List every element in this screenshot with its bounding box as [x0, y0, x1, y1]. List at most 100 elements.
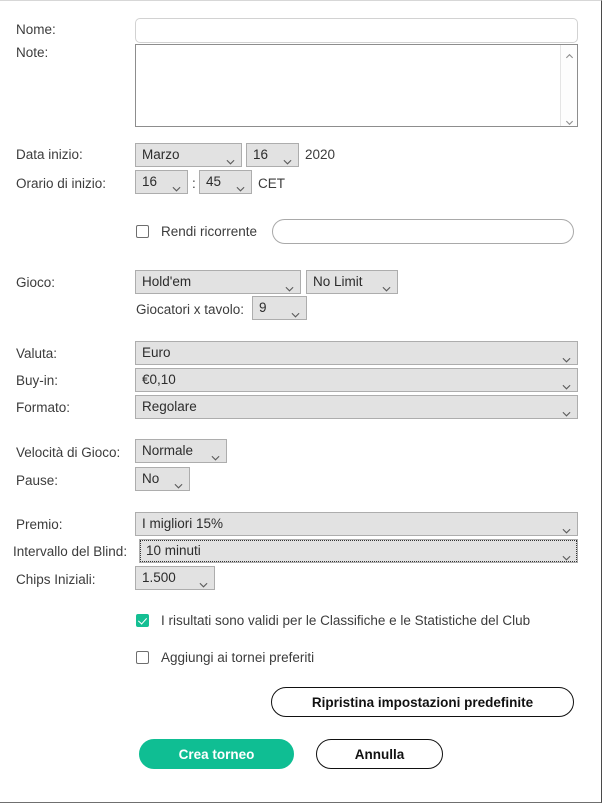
buy-in-value: €0,10: [142, 373, 176, 387]
label-data-inizio: Data inizio:: [16, 147, 83, 162]
chevron-down-icon: [283, 152, 292, 165]
gioco-variant-value: Hold'em: [142, 275, 192, 289]
hour-select-value: 16: [142, 175, 158, 189]
day-select[interactable]: 16: [246, 143, 299, 167]
intervallo-del-blind-value: 10 minuti: [146, 544, 201, 558]
field-row-valuta: Valuta:: [16, 347, 57, 361]
chevron-down-icon: [172, 179, 181, 192]
giocatori-x-tavolo-value: 9: [259, 301, 267, 315]
ripristina-button-label: Ripristina impostazioni predefinite: [311, 694, 534, 710]
field-row-note: Note:: [16, 46, 48, 60]
aggiungi-preferiti-row: Aggiungi ai tornei preferiti: [136, 651, 314, 665]
field-row-pause: Pause:: [16, 474, 58, 488]
year-value: 2020: [305, 147, 336, 162]
chevron-down-icon: [236, 179, 245, 192]
chevron-down-icon: [211, 448, 220, 461]
gioco-variant-select[interactable]: Hold'em: [135, 270, 301, 294]
risultati-validi-label: I risultati sono validi per le Classific…: [161, 613, 531, 628]
chevron-down-icon: [226, 152, 235, 165]
field-row-premio: Premio:: [16, 518, 63, 532]
chevron-down-icon: [291, 305, 300, 318]
scroll-down-icon[interactable]: [565, 114, 574, 126]
risultati-validi-row: I risultati sono validi per le Classific…: [136, 614, 530, 628]
annulla-button-label: Annulla: [354, 746, 405, 762]
tournament-form: Nome: Note: Data inizio: Marzo 16 2020 O…: [0, 1, 598, 795]
minute-select-value: 45: [206, 175, 222, 189]
chevron-down-icon: [562, 350, 571, 363]
crea-torneo-button-label: Crea torneo: [178, 746, 255, 762]
pause-value: No: [142, 472, 160, 486]
gioco-limit-value: No Limit: [313, 275, 363, 289]
label-giocatori-x-tavolo: Giocatori x tavolo:: [136, 302, 245, 317]
label-chips-iniziali: Chips Iniziali:: [16, 572, 96, 587]
hour-select[interactable]: 16: [135, 170, 188, 194]
timezone-value: CET: [258, 176, 285, 191]
label-gioco: Gioco:: [16, 275, 56, 290]
note-textarea-wrapper: [135, 44, 578, 127]
label-note: Note:: [16, 45, 49, 60]
label-pause: Pause:: [16, 473, 59, 488]
month-select[interactable]: Marzo: [135, 143, 242, 167]
label-intervallo-del-blind: Intervallo del Blind:: [13, 544, 128, 559]
ripristina-impostazioni-button[interactable]: Ripristina impostazioni predefinite: [271, 687, 574, 717]
giocatori-x-tavolo-select[interactable]: 9: [252, 296, 307, 320]
label-valuta: Valuta:: [16, 346, 58, 361]
note-textarea[interactable]: [136, 45, 577, 126]
intervallo-del-blind-select[interactable]: 10 minuti: [139, 539, 578, 563]
annulla-button[interactable]: Annulla: [316, 739, 443, 769]
minute-select[interactable]: 45: [199, 170, 252, 194]
buy-in-select[interactable]: €0,10: [135, 368, 578, 392]
valuta-value: Euro: [142, 346, 171, 360]
formato-select[interactable]: Regolare: [135, 395, 578, 419]
label-velocita-di-gioco: Velocità di Gioco:: [16, 445, 121, 460]
field-row-orario-inizio: Orario di inizio:: [16, 177, 106, 191]
year-display: 2020: [305, 148, 335, 162]
field-row-velocita: Velocità di Gioco:: [16, 446, 120, 460]
field-row-intervallo-blind: Intervallo del Blind:: [13, 545, 127, 559]
valuta-select[interactable]: Euro: [135, 341, 578, 365]
field-row-formato: Formato:: [16, 401, 70, 415]
chevron-down-icon: [562, 521, 571, 534]
time-separator-text: :: [192, 176, 196, 191]
field-row-buy-in: Buy-in:: [16, 374, 58, 388]
label-nome: Nome:: [16, 22, 56, 37]
label-orario-inizio: Orario di inizio:: [16, 176, 107, 191]
chevron-down-icon: [285, 279, 294, 292]
chevron-down-icon: [562, 377, 571, 390]
field-row-nome: Nome:: [16, 23, 56, 37]
chips-iniziali-select[interactable]: 1.500: [135, 566, 215, 590]
premio-value: I migliori 15%: [142, 517, 224, 531]
field-row-giocatori: Giocatori x tavolo:: [136, 303, 244, 317]
velocita-di-gioco-value: Normale: [142, 444, 194, 458]
chips-iniziali-value: 1.500: [142, 571, 176, 585]
pause-select[interactable]: No: [135, 467, 190, 491]
chevron-down-icon: [174, 476, 183, 489]
rendi-ricorrente-row: Rendi ricorrente: [136, 225, 257, 239]
gioco-limit-select[interactable]: No Limit: [306, 270, 398, 294]
month-select-value: Marzo: [142, 148, 180, 162]
chevron-down-icon: [562, 548, 571, 561]
chevron-down-icon: [562, 404, 571, 417]
field-row-data-inizio: Data inizio:: [16, 148, 83, 162]
formato-value: Regolare: [142, 400, 197, 414]
note-scrollbar[interactable]: [560, 45, 577, 126]
field-row-chips-iniziali: Chips Iniziali:: [16, 573, 96, 587]
risultati-validi-checkbox[interactable]: [136, 614, 149, 628]
chevron-down-icon: [199, 575, 208, 588]
rendi-ricorrente-label: Rendi ricorrente: [161, 224, 258, 239]
nome-input[interactable]: [135, 18, 578, 43]
scroll-up-icon[interactable]: [565, 48, 574, 59]
label-premio: Premio:: [16, 517, 63, 532]
aggiungi-preferiti-label: Aggiungi ai tornei preferiti: [161, 650, 315, 665]
aggiungi-preferiti-checkbox[interactable]: [136, 651, 149, 665]
premio-select[interactable]: I migliori 15%: [135, 512, 578, 536]
chevron-down-icon: [382, 279, 391, 292]
field-row-gioco: Gioco:: [16, 276, 55, 290]
rendi-ricorrente-input[interactable]: [272, 219, 574, 244]
velocita-di-gioco-select[interactable]: Normale: [135, 439, 227, 463]
label-formato: Formato:: [16, 400, 71, 415]
rendi-ricorrente-checkbox[interactable]: [136, 225, 149, 239]
day-select-value: 16: [253, 148, 269, 162]
timezone-display: CET: [258, 177, 285, 191]
crea-torneo-button[interactable]: Crea torneo: [139, 739, 294, 769]
